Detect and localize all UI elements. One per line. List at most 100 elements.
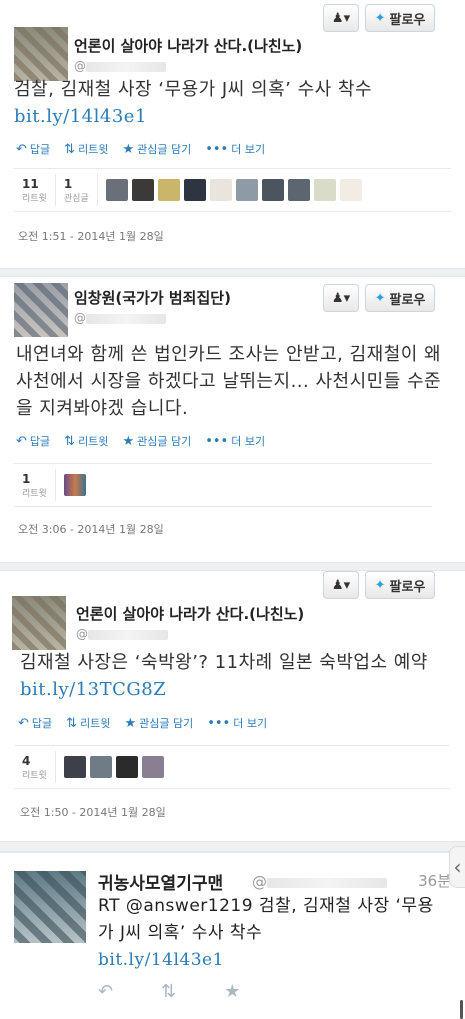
retweeter-avatars [98,179,362,201]
more-button[interactable]: ••• 더 보기 [205,433,265,449]
reply-icon: ↶ [18,715,29,731]
more-dots-icon: ••• [205,433,229,449]
author-handle[interactable]: @ [74,311,166,325]
retweet-icon[interactable]: ⇅ [161,981,176,1002]
tweet-actions: ↶ 답글 ⇅ 리트윗 ★ 관심글 담기 ••• 더 보기 [18,715,267,731]
tweet-actions: ↶ 답글 ⇅ 리트윗 ★ 관심글 담기 ••• 더 보기 [16,433,265,449]
reply-button[interactable]: ↶ 답글 [16,141,50,157]
retweeter-avatars [56,474,86,496]
favorite-button[interactable]: ★ 관심글 담기 [122,141,191,157]
favorite-count[interactable]: 1 관심글 [56,174,98,206]
person-icon: ♟ [331,577,344,593]
retweeter-avatar[interactable] [141,756,164,778]
user-actions-button[interactable]: ♟ ▾ [323,4,359,32]
retweet-button[interactable]: ⇅ 리트윗 [66,715,110,731]
retweeter-avatar[interactable] [89,756,112,778]
stream-tweet[interactable]: 귀농사모열기구맨 @ 36분 RT @answer1219 검찰, 김재철 사장… [0,852,465,1019]
handle-redacted [86,61,166,72]
star-icon: ★ [122,433,135,449]
retweeter-avatar[interactable] [63,756,86,778]
retweeter-avatar[interactable] [339,179,362,201]
more-button[interactable]: ••• 더 보기 [207,715,267,731]
author-name[interactable]: 귀농사모열기구맨 [98,869,223,894]
retweeter-avatar[interactable] [105,179,128,201]
retweeter-avatar[interactable] [209,179,232,201]
tweet-timestamp[interactable]: 오전 3:06 - 2014년 1월 28일 [18,521,164,537]
stream-actions: ↶ ⇅ ★ [98,981,240,1002]
retweeter-avatar[interactable] [115,756,138,778]
retweeter-avatar[interactable] [63,474,86,496]
favorite-button[interactable]: ★ 관심글 담기 [122,433,191,449]
reply-button[interactable]: ↶ 답글 [18,715,52,731]
tweet-link[interactable]: bit.ly/14l43e1 [14,106,147,127]
follow-controls: ♟ ▾ ✦ 팔로우 [323,4,435,32]
retweeter-avatar[interactable] [235,179,258,201]
divider [0,562,465,571]
retweet-icon: ⇅ [64,433,76,449]
tweet-link[interactable]: bit.ly/14l43e1 [98,950,224,970]
author-handle[interactable]: @ [252,873,387,891]
reply-icon[interactable]: ↶ [98,981,113,1002]
reply-button[interactable]: ↶ 답글 [16,433,50,449]
scrollbar[interactable] [460,1000,463,1019]
tweet-text: 검찰, 김재철 사장 ‘무용가 J씨 의혹’ 수사 착수 bit.ly/14l4… [14,79,373,127]
follow-button[interactable]: ✦ 팔로우 [365,284,435,312]
retweeter-avatar[interactable] [287,179,310,201]
tweet-stats: 1 리트윗 [14,463,432,507]
tweet-age[interactable]: 36분 [418,870,451,891]
avatar[interactable] [14,283,68,337]
author-handle[interactable]: @ [76,627,168,641]
bird-icon: ✦ [374,290,386,306]
star-icon: ★ [124,715,137,731]
tweet-card-3: ♟ ▾ ✦ 팔로우 언론이 살아야 나라가 산다.(나친노) @ 김재철 사장은 ‘… [0,571,465,841]
follow-controls: ♟ ▾ ✦ 팔로우 [323,571,435,599]
chevron-left-icon[interactable]: ‹ [449,846,465,888]
retweet-count[interactable]: 1 리트윗 [14,469,56,501]
star-icon[interactable]: ★ [224,981,240,1002]
reply-icon: ↶ [16,141,27,157]
avatar[interactable] [12,596,66,650]
tweet-timestamp[interactable]: 오전 1:51 - 2014년 1월 28일 [18,228,164,244]
retweet-count[interactable]: 11 리트윗 [14,174,56,206]
retweeter-avatar[interactable] [313,179,336,201]
more-button[interactable]: ••• 더 보기 [205,141,265,157]
retweet-icon: ⇅ [66,715,78,731]
retweet-button[interactable]: ⇅ 리트윗 [64,141,108,157]
avatar[interactable] [14,871,86,943]
follow-button[interactable]: ✦ 팔로우 [365,4,435,32]
follow-controls: ♟ ▾ ✦ 팔로우 [323,284,435,312]
tweet-text: 내연녀와 함께 쓴 법인카드 조사는 안받고, 김재철이 왜 사천에서 시장을 … [16,344,442,419]
retweeter-avatar[interactable] [261,179,284,201]
retweet-count[interactable]: 4 리트윗 [14,751,56,783]
divider [0,268,465,277]
person-icon: ♟ [331,290,344,306]
reply-icon: ↶ [16,433,27,449]
tweet-stats: 11 리트윗 1 관심글 [14,168,451,212]
tweet-link[interactable]: bit.ly/13TCG8Z [20,679,166,700]
follow-button[interactable]: ✦ 팔로우 [365,571,435,599]
retweeter-avatars [56,756,164,778]
more-dots-icon: ••• [205,141,229,157]
person-icon: ♟ [331,10,344,26]
author-name[interactable]: 언론이 살아야 나라가 산다.(나친노) [76,603,304,624]
tweet-timestamp[interactable]: 오전 1:50 - 2014년 1월 28일 [20,804,166,820]
retweet-icon: ⇅ [64,141,76,157]
bird-icon: ✦ [374,10,386,26]
retweeter-avatar[interactable] [157,179,180,201]
divider [0,841,465,852]
user-actions-button[interactable]: ♟ ▾ [323,571,359,599]
handle-redacted [267,877,387,888]
tweet-card-2: ♟ ▾ ✦ 팔로우 임창원(국가가 범죄집단) @ 내연녀와 함께 쓴 법인카드 조… [0,277,465,562]
retweeter-avatar[interactable] [131,179,154,201]
author-name[interactable]: 언론이 살아야 나라가 산다.(나친노) [74,35,302,56]
avatar[interactable] [14,27,68,81]
retweeter-avatar[interactable] [183,179,206,201]
handle-redacted [88,629,168,640]
user-actions-button[interactable]: ♟ ▾ [323,284,359,312]
author-name[interactable]: 임창원(국가가 범죄집단) [74,287,231,308]
tweet-actions: ↶ 답글 ⇅ 리트윗 ★ 관심글 담기 ••• 더 보기 [16,141,265,157]
tweet-text: 김재철 사장은 ‘숙박왕’? 11차례 일본 숙박업소 예약 bit.ly/13… [20,652,428,700]
retweet-button[interactable]: ⇅ 리트윗 [64,433,108,449]
favorite-button[interactable]: ★ 관심글 담기 [124,715,193,731]
author-handle[interactable]: @ [74,59,166,73]
